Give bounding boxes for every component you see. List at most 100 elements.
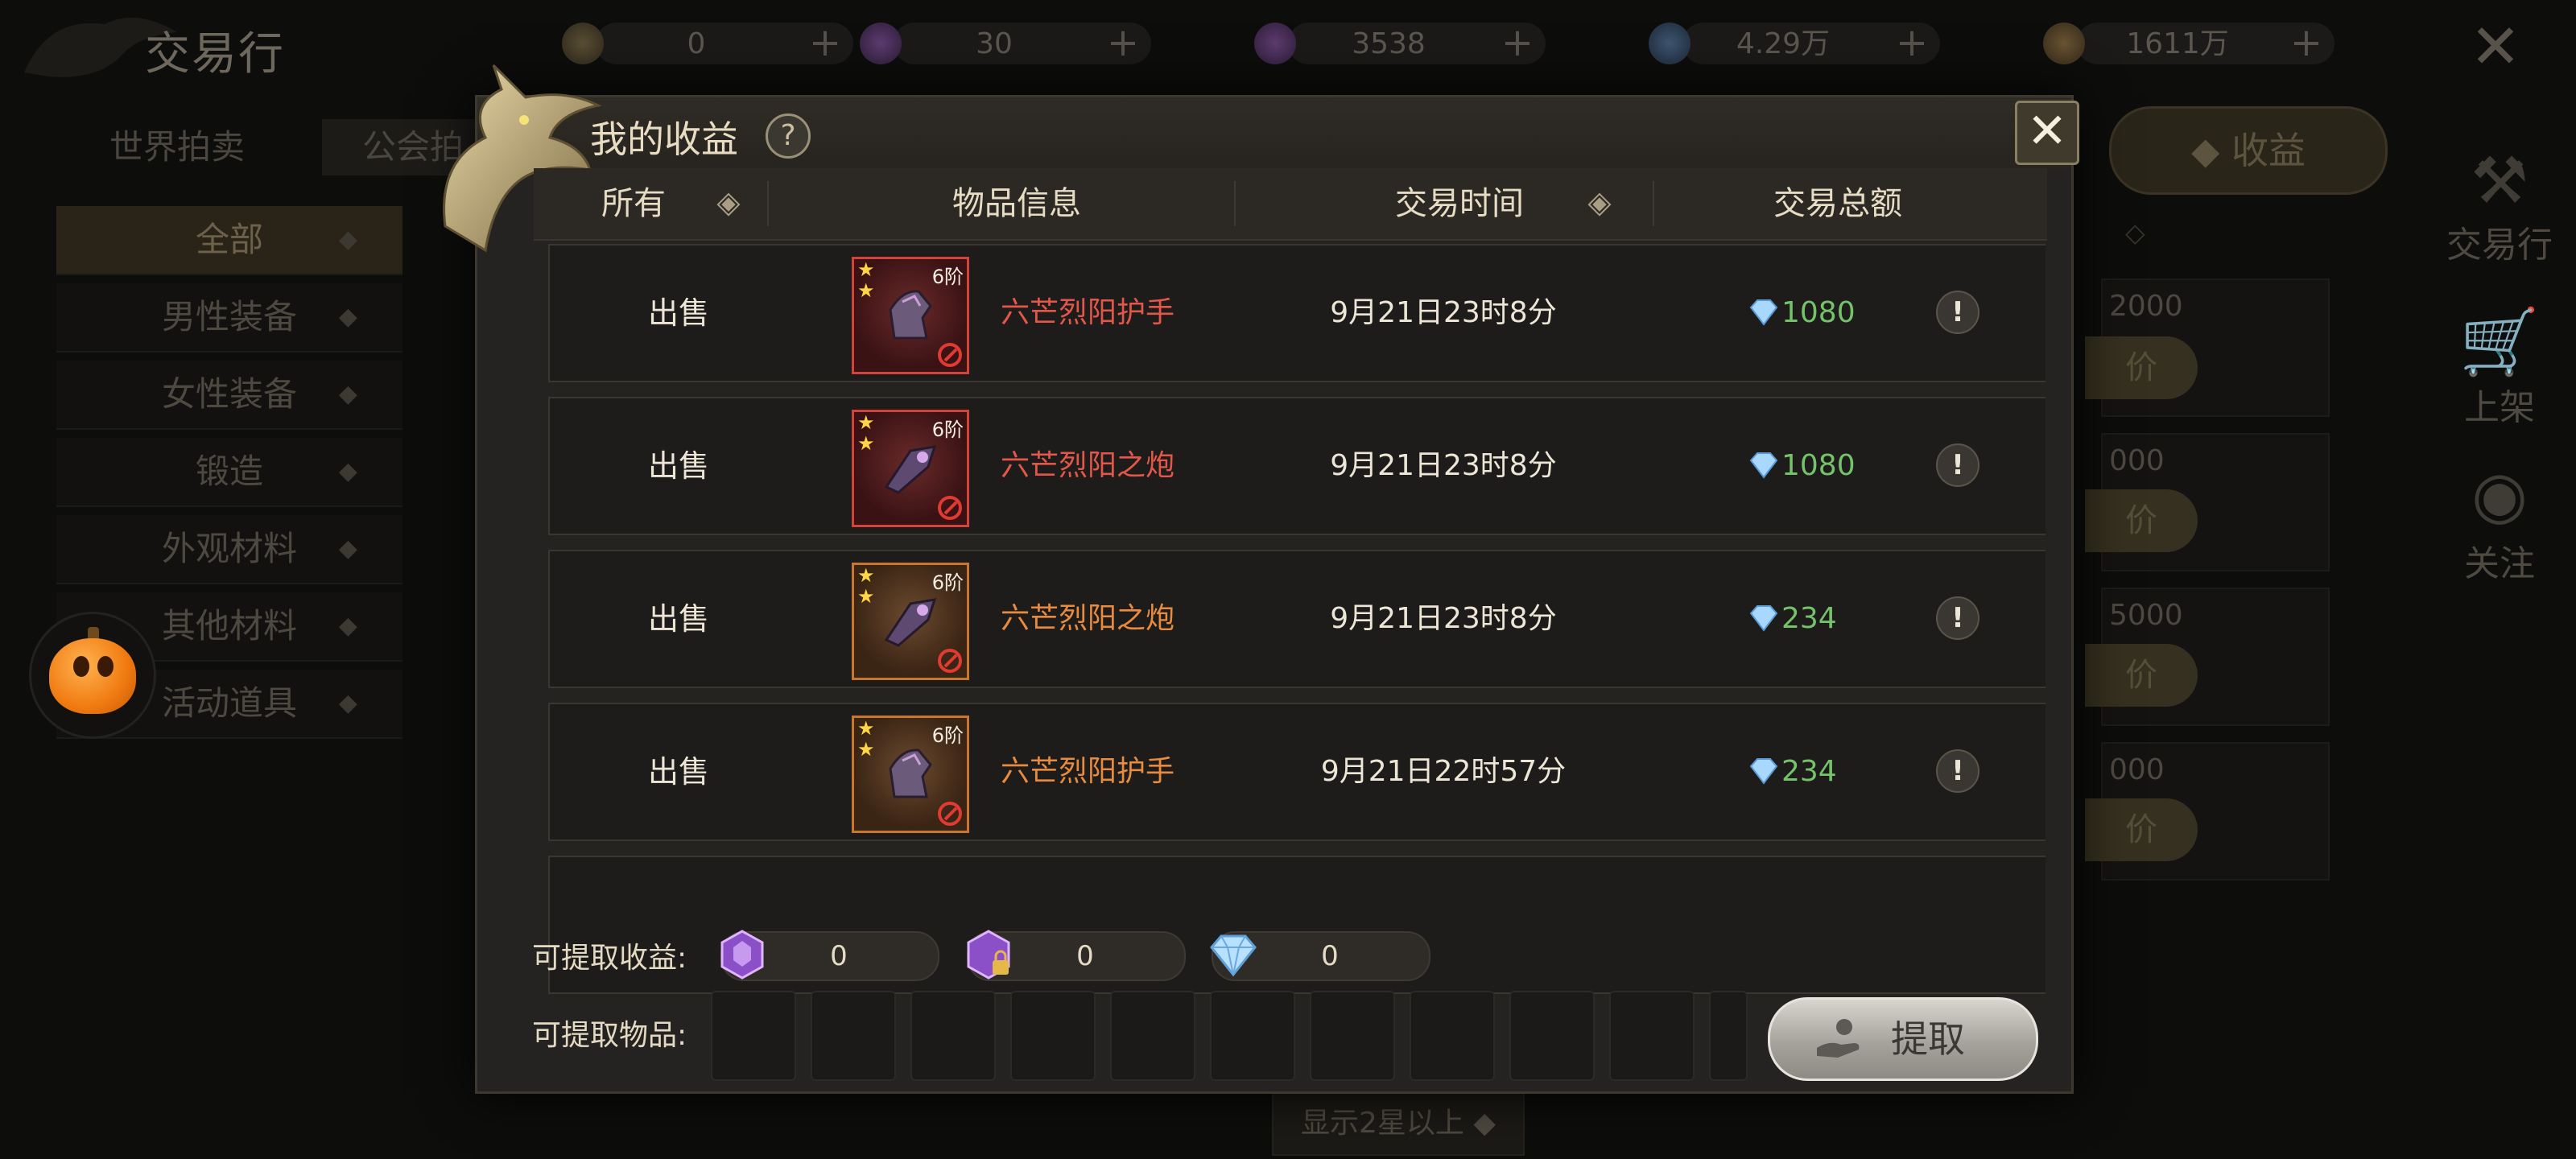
- page-title: 交易行: [145, 28, 285, 80]
- hand-coin-icon: [1817, 1019, 1860, 1058]
- untradeable-icon: [938, 343, 962, 367]
- category-appearance-material[interactable]: 外观材料 ◆: [56, 515, 402, 584]
- income-purple-crystal: 0: [720, 930, 939, 981]
- cart-icon: 🛒: [2459, 304, 2540, 379]
- side-follow-label[interactable]: 关注: [2431, 534, 2568, 586]
- item-icon[interactable]: ★ ★ 6阶: [852, 257, 969, 374]
- currency-purple-crystal: 30 +: [845, 18, 1175, 71]
- diamond-icon: [1749, 452, 1778, 479]
- trade-type: 出售: [647, 448, 709, 484]
- trade-amount: 234: [1781, 602, 1837, 635]
- item-icon[interactable]: ★ ★ 6阶: [852, 716, 969, 833]
- header-divider: [1653, 181, 1654, 226]
- item-slot[interactable]: [811, 991, 896, 1081]
- diamond-marker-icon: ◆: [338, 689, 357, 717]
- header-divider: [1234, 181, 1236, 226]
- category-all[interactable]: 全部 ◆: [56, 206, 402, 275]
- listing-buy-button[interactable]: 价: [2085, 336, 2198, 399]
- withdrawable-items-label: 可提取物品:: [532, 1019, 687, 1052]
- listing-price: 000: [2109, 444, 2165, 477]
- star-icon: ★ ★: [857, 564, 875, 608]
- income-list[interactable]: 出售 ★ ★ 6阶 六芒烈阳护手 9月21日23时8分 1080 ! 出售 ★ ★ …: [548, 244, 2046, 996]
- item-slot[interactable]: [1310, 991, 1395, 1081]
- info-icon[interactable]: !: [1936, 443, 1979, 487]
- header-trade-total: 交易总额: [1773, 185, 1902, 222]
- trade-time: 9月21日22时57分: [1320, 755, 1567, 788]
- untradeable-icon: [938, 649, 962, 673]
- header-trade-time[interactable]: 交易时间: [1395, 168, 1524, 239]
- item-slot[interactable]: [1410, 991, 1495, 1081]
- item-slot[interactable]: [1609, 991, 1695, 1081]
- bound-crystal-icon: [967, 930, 1010, 980]
- info-icon[interactable]: !: [1936, 596, 1979, 640]
- diamond-icon: [1749, 758, 1778, 785]
- pumpkin-assistant-icon[interactable]: [29, 612, 156, 739]
- item-slot[interactable]: [1709, 991, 1748, 1081]
- close-icon[interactable]: ✕: [2015, 101, 2079, 165]
- diamond-icon: [1210, 934, 1257, 977]
- claim-button[interactable]: 提取: [1768, 997, 2038, 1081]
- time-sort-icon[interactable]: ◈: [1582, 184, 1617, 220]
- type-dropdown-icon[interactable]: ◈: [711, 184, 746, 220]
- purple-crystal-icon: [720, 930, 764, 980]
- my-income-dialog: 我的收益 ? ✕ 所有 ◈ 物品信息 交易时间 ◈ 交易总额 出售 ★ ★ 6阶 …: [443, 64, 2079, 1094]
- side-shelf-label[interactable]: 上架: [2431, 378, 2568, 430]
- item-icon[interactable]: ★ ★ 6阶: [852, 410, 969, 527]
- category-forge[interactable]: 锻造 ◆: [56, 438, 402, 507]
- listing-buy-button[interactable]: 价: [2085, 798, 2198, 861]
- eye-icon: ◉: [2471, 457, 2528, 532]
- diamond-icon: [1749, 299, 1778, 326]
- info-icon[interactable]: !: [1936, 749, 1979, 793]
- trade-amount: 1080: [1781, 449, 1856, 482]
- item-name: 六芒烈阳之炮: [1001, 449, 1175, 482]
- diamond-icon: [1749, 605, 1778, 632]
- item-slot[interactable]: [711, 991, 796, 1081]
- dialog-title: 我的收益: [590, 118, 738, 161]
- item-name: 六芒烈阳之炮: [1001, 602, 1175, 635]
- income-bound-crystal: 0: [967, 930, 1186, 981]
- header-item-info: 物品信息: [952, 185, 1081, 222]
- currency-bound-crystal: 3538 +: [1240, 18, 1570, 71]
- add-bound-crystal-button[interactable]: +: [1499, 23, 1536, 62]
- diamond-marker-icon: ◆: [338, 303, 357, 331]
- star-filter-button[interactable]: 显示2星以上 ◆: [1272, 1091, 1525, 1156]
- category-female-equipment[interactable]: 女性装备 ◆: [56, 361, 402, 430]
- add-purple-crystal-button[interactable]: +: [1104, 23, 1141, 62]
- header-type[interactable]: 所有: [601, 168, 666, 239]
- currency-diamond: 4.29万 +: [1634, 18, 1964, 71]
- table-row[interactable]: 出售 ★ ★ 6阶 六芒烈阳之炮 9月21日23时8分 1080 !: [548, 397, 2046, 535]
- item-slot[interactable]: [910, 991, 996, 1081]
- income-button[interactable]: ◆ 收益: [2109, 106, 2388, 195]
- help-icon[interactable]: ?: [766, 113, 811, 159]
- info-icon[interactable]: !: [1936, 291, 1979, 334]
- diamond-marker-icon: ◆: [338, 612, 357, 640]
- add-diamond-button[interactable]: +: [1893, 23, 1930, 62]
- hammer-icon: ⚒: [2471, 143, 2529, 218]
- diamond-marker-icon: ◆: [338, 534, 357, 563]
- side-trade-label[interactable]: 交易行: [2431, 216, 2568, 267]
- diamond-marker-icon: ◆: [338, 457, 357, 485]
- category-male-equipment[interactable]: 男性装备 ◆: [56, 283, 402, 353]
- item-slot[interactable]: [1010, 991, 1096, 1081]
- listing-buy-button[interactable]: 价: [2085, 489, 2198, 552]
- table-row[interactable]: 出售 ★ ★ 6阶 六芒烈阳护手 9月21日23时8分 1080 !: [548, 244, 2046, 382]
- item-slot[interactable]: [1110, 991, 1195, 1081]
- listing-buy-button[interactable]: 价: [2085, 644, 2198, 707]
- untradeable-icon: [938, 802, 962, 826]
- sort-marker-icon: ◇: [2125, 217, 2145, 248]
- cannon-icon: [884, 598, 937, 647]
- item-slot[interactable]: [1509, 991, 1595, 1081]
- listing-price: 000: [2109, 753, 2165, 786]
- star-icon: ★ ★: [857, 717, 875, 761]
- table-row[interactable]: 出售 ★ ★ 6阶 六芒烈阳之炮 9月21日23时8分 234 !: [548, 550, 2046, 688]
- add-coin-button[interactable]: +: [807, 23, 844, 62]
- trade-type: 出售: [647, 754, 709, 790]
- item-slot[interactable]: [1210, 991, 1295, 1081]
- item-icon[interactable]: ★ ★ 6阶: [852, 563, 969, 680]
- tab-world-auction[interactable]: 世界拍卖: [56, 119, 298, 175]
- trade-time: 9月21日23时8分: [1330, 296, 1557, 329]
- page-close-icon[interactable]: ✕: [2463, 14, 2528, 79]
- table-row[interactable]: 出售 ★ ★ 6阶 六芒烈阳护手 9月21日22时57分 234 !: [548, 703, 2046, 841]
- add-gold-button[interactable]: +: [2288, 23, 2325, 62]
- item-name: 六芒烈阳护手: [1001, 296, 1175, 329]
